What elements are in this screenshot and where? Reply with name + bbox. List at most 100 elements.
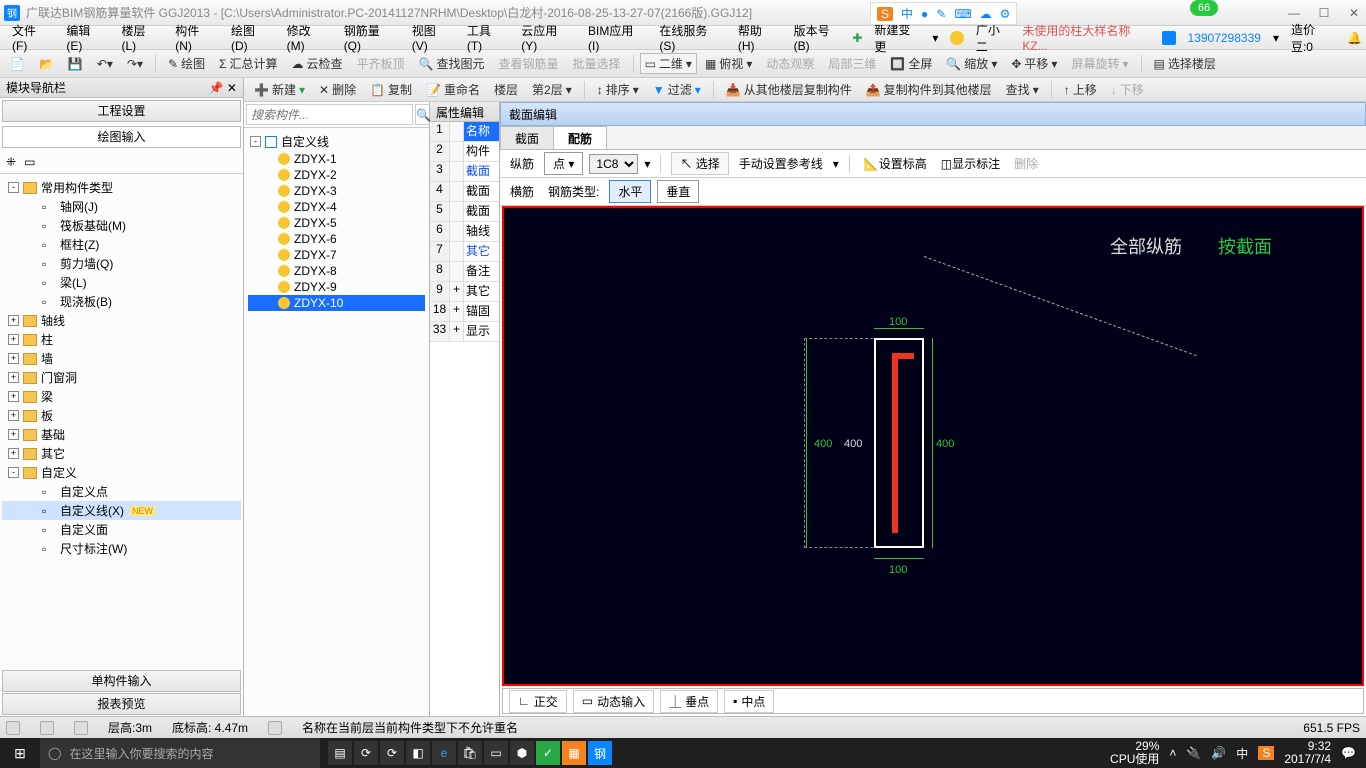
pin-icon[interactable]: 📌 ✕ (209, 81, 237, 95)
expand-icon[interactable]: + (8, 391, 19, 402)
undo-icon[interactable]: ↶▾ (91, 55, 119, 73)
row-expand[interactable] (450, 262, 464, 281)
section-viewport[interactable]: 全部纵筋 按截面 100 100 400 400 400 (502, 206, 1364, 686)
tree-leaf[interactable]: ▫剪力墙(Q) (2, 254, 241, 273)
top-view-button[interactable]: ▦俯视▾ (699, 53, 758, 74)
tree-node[interactable]: +基础 (2, 425, 241, 444)
task-store-icon[interactable]: 🛍 (458, 741, 482, 765)
select-floor-button[interactable]: ▤选择楼层 (1148, 53, 1222, 74)
close-button[interactable]: ✕ (1346, 5, 1362, 21)
row-expand[interactable] (450, 202, 464, 221)
task-app-7[interactable]: ▦ (562, 741, 586, 765)
tree-leaf[interactable]: ▫框柱(Z) (2, 235, 241, 254)
task-app-6[interactable]: ✓ (536, 741, 560, 765)
cost-beans[interactable]: 造价豆:0 (1291, 21, 1335, 55)
select-button[interactable]: ↖ 选择 (671, 152, 728, 175)
menu-floor[interactable]: 楼层(L) (113, 22, 167, 53)
row-expand[interactable] (450, 142, 464, 161)
view-rebar-button[interactable]: 查看钢筋量 (493, 53, 565, 74)
ortho-toggle[interactable]: ∟正交 (509, 690, 567, 713)
component-item[interactable]: ZDYX-9 (248, 279, 425, 295)
expand-icon[interactable]: - (250, 136, 261, 147)
task-app-1[interactable]: ⟳ (354, 741, 378, 765)
expand-icon[interactable]: - (8, 467, 19, 478)
component-item[interactable]: ZDYX-5 (248, 215, 425, 231)
bell-icon[interactable]: 🔔 (1347, 31, 1362, 45)
property-row[interactable]: 7其它 (430, 242, 499, 262)
find-element-button[interactable]: 🔍查找图元 (413, 53, 491, 74)
ime-lang[interactable]: 中 (901, 5, 913, 22)
horizontal-button[interactable]: 水平 (609, 180, 651, 203)
expand-icon[interactable]: + (8, 448, 19, 459)
show-dim-button[interactable]: ◫显示标注 (937, 155, 1004, 172)
tab-section[interactable]: 截面 (500, 126, 554, 149)
property-row[interactable]: 33+显示 (430, 322, 499, 342)
component-tree[interactable]: -自定义线ZDYX-1ZDYX-2ZDYX-3ZDYX-4ZDYX-5ZDYX-… (244, 128, 429, 740)
expand-icon[interactable]: + (8, 429, 19, 440)
menu-version[interactable]: 版本号(B) (786, 22, 853, 53)
expand-icon[interactable]: - (8, 182, 19, 193)
row-expand[interactable]: + (450, 302, 464, 321)
tree-node[interactable]: +柱 (2, 330, 241, 349)
ime-kb-icon[interactable]: ⌨ (954, 7, 971, 21)
tray-sogou-icon[interactable]: S (1258, 746, 1274, 760)
tray-power-icon[interactable]: 🔌 (1186, 746, 1201, 760)
ime-gear-icon[interactable]: ⚙ (1000, 7, 1011, 21)
mini-tool-2[interactable]: ▭ (24, 155, 35, 169)
new-file-icon[interactable]: 📄 (4, 55, 31, 73)
manual-ref-button[interactable]: 手动设置参考线 (735, 155, 827, 172)
task-view-icon[interactable]: ▤ (328, 741, 352, 765)
tree-node[interactable]: +梁 (2, 387, 241, 406)
component-item[interactable]: ZDYX-3 (248, 183, 425, 199)
tray-ime-icon[interactable]: 中 (1236, 745, 1248, 762)
set-elevation-button[interactable]: 📐设置标高 (860, 155, 931, 172)
menu-component[interactable]: 构件(N) (167, 22, 223, 53)
2d-view-select[interactable]: ▭ 二维 ▾ (640, 53, 697, 74)
property-row[interactable]: 9+其它 (430, 282, 499, 302)
tree-leaf[interactable]: ▫轴网(J) (2, 197, 241, 216)
open-file-icon[interactable]: 📂 (33, 55, 60, 73)
status-icon-4[interactable] (268, 721, 282, 735)
menu-help[interactable]: 帮助(H) (730, 22, 786, 53)
tree-node[interactable]: +门窗洞 (2, 368, 241, 387)
menu-file[interactable]: 文件(F) (4, 22, 58, 53)
task-app-4[interactable]: ▭ (484, 741, 508, 765)
row-expand[interactable] (450, 162, 464, 181)
component-item[interactable]: ZDYX-6 (248, 231, 425, 247)
tray-clock[interactable]: 9:322017/7/4 (1284, 740, 1331, 766)
point-mode-button[interactable]: 点 ▾ (544, 152, 583, 175)
property-row[interactable]: 8备注 (430, 262, 499, 282)
expand-icon[interactable]: + (8, 410, 19, 421)
row-expand[interactable] (450, 222, 464, 241)
ime-hand-icon[interactable]: ✎ (936, 7, 946, 21)
new-change-button[interactable]: 新建变更 (874, 21, 920, 55)
menu-online[interactable]: 在线服务(S) (651, 22, 730, 53)
user-name[interactable]: 广小二 (976, 21, 1011, 55)
menu-view[interactable]: 视图(V) (404, 22, 459, 53)
batch-select-button[interactable]: 批量选择 (567, 53, 627, 74)
expand-icon[interactable]: + (8, 334, 19, 345)
dyn-input-toggle[interactable]: ▭动态输入 (573, 690, 654, 713)
sum-button[interactable]: Σ 汇总计算 (213, 53, 283, 74)
tray-up-icon[interactable]: ˄ (1169, 746, 1176, 760)
component-item[interactable]: ZDYX-2 (248, 167, 425, 183)
rebar-vertical[interactable] (892, 353, 898, 533)
start-button[interactable]: ⊞ (0, 745, 40, 762)
tab-draw-input[interactable]: 绘图输入 (2, 126, 241, 148)
phone-dropdown-icon[interactable]: ▾ (1273, 31, 1279, 45)
cloud-check-button[interactable]: ☁云检查 (286, 53, 349, 74)
vertical-button[interactable]: 垂直 (657, 180, 699, 203)
pan-button[interactable]: ✥平移▾ (1005, 53, 1063, 74)
property-row[interactable]: 4截面 (430, 182, 499, 202)
menu-bim[interactable]: BIM应用(I) (580, 22, 651, 53)
mini-tool-1[interactable]: ⁜ (6, 155, 16, 169)
tab-rebar[interactable]: 配筋 (553, 126, 607, 149)
minimize-button[interactable]: — (1286, 5, 1302, 21)
tree-leaf[interactable]: ▫尺寸标注(W) (2, 539, 241, 558)
property-row[interactable]: 6轴线 (430, 222, 499, 242)
menu-rebar[interactable]: 钢筋量(Q) (336, 22, 404, 53)
cpu-usage[interactable]: 29%CPU使用 (1110, 740, 1159, 766)
task-app-5[interactable]: ⬢ (510, 741, 534, 765)
expand-icon[interactable]: + (8, 353, 19, 364)
phone-number[interactable]: 13907298339 (1188, 31, 1261, 45)
